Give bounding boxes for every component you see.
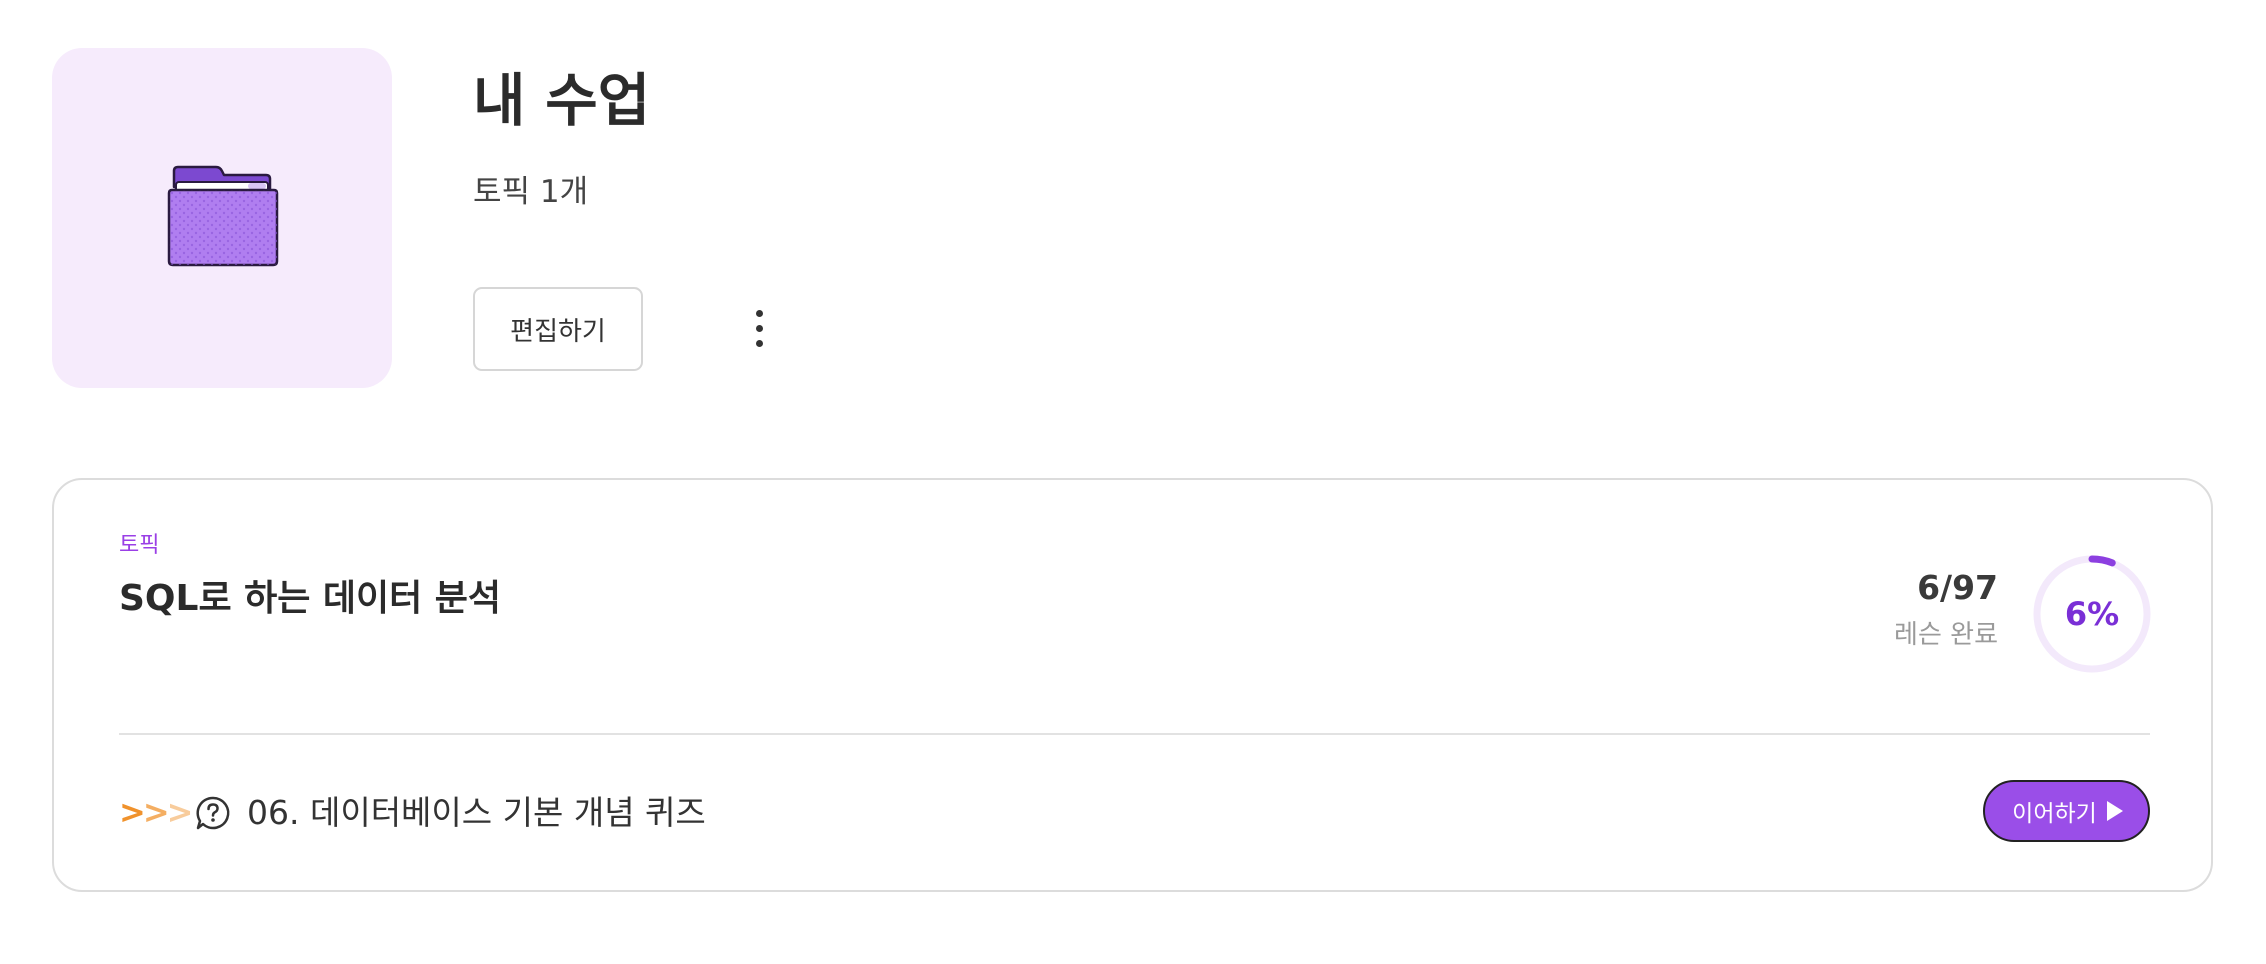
topic-kicker: 토픽	[119, 533, 160, 558]
edit-button[interactable]: 편집하기	[473, 287, 643, 371]
current-lesson-row[interactable]: >>> 06. 데이터베이스 기본 개념 퀴즈 이어하기	[119, 780, 2150, 846]
progress-percent: 6%	[2064, 595, 2120, 633]
play-icon	[2106, 801, 2123, 821]
question-icon	[196, 796, 230, 830]
class-header: 내 수업 토픽 1개 편집하기	[52, 48, 2212, 388]
topic-title[interactable]: SQL로 하는 데이터 분석	[119, 576, 501, 622]
folder-icon	[167, 165, 279, 267]
current-lesson-indicator: >>>	[119, 793, 193, 831]
continue-button[interactable]: 이어하기	[1983, 780, 2150, 842]
topic-count: 토픽 1개	[473, 174, 589, 210]
class-cover	[52, 48, 392, 388]
lesson-progress-count: 6/97	[1917, 568, 1998, 607]
page-title: 내 수업	[473, 68, 651, 134]
more-vertical-icon	[755, 310, 763, 317]
current-lesson-title[interactable]: 06. 데이터베이스 기본 개념 퀴즈	[247, 792, 706, 834]
more-options-button[interactable]	[747, 310, 771, 354]
divider	[119, 733, 2150, 735]
progress-ring: 6%	[2031, 553, 2153, 675]
continue-button-label: 이어하기	[2012, 801, 2097, 827]
lesson-progress-label: 레슨 완료	[1894, 620, 1998, 650]
topic-card[interactable]: 토픽 SQL로 하는 데이터 분석 6/97 레슨 완료 6% >>> 06. …	[52, 478, 2213, 892]
